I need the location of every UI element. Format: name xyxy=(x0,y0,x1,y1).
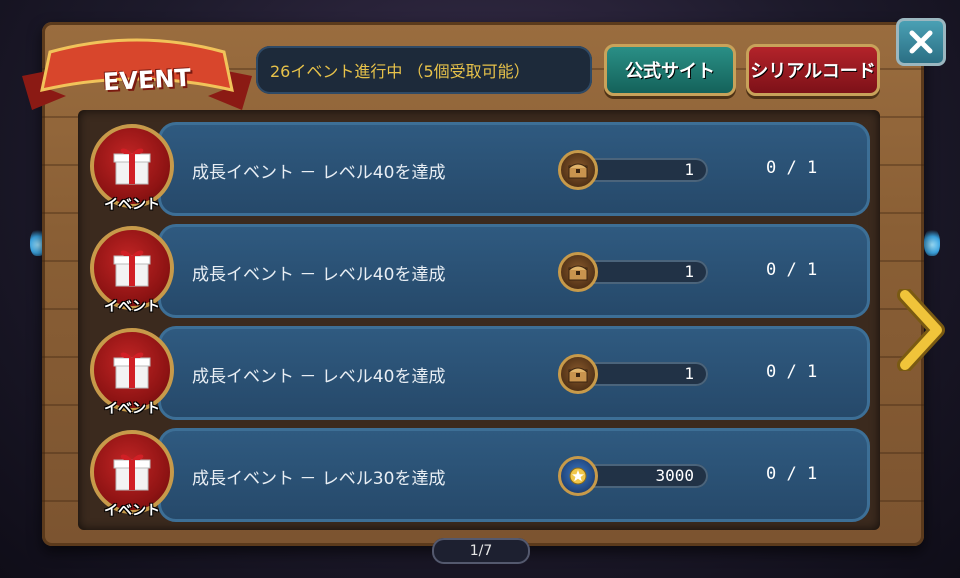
event-progress: 0 / 1 xyxy=(766,464,818,484)
reward-icon xyxy=(558,150,598,190)
chevron-right-icon xyxy=(897,289,945,371)
event-progress: 0 / 1 xyxy=(766,362,818,382)
gift-icon xyxy=(113,148,151,185)
event-badge: イベント xyxy=(86,430,178,522)
event-badge: イベント xyxy=(86,226,178,318)
event-badge: イベント xyxy=(86,124,178,216)
chest-icon xyxy=(568,163,588,179)
event-badge: イベント xyxy=(86,328,178,420)
reward-icon xyxy=(558,354,598,394)
gift-icon xyxy=(113,352,151,389)
next-page-button[interactable] xyxy=(896,287,946,373)
event-title-text: 成長イベント － レベル40を達成 xyxy=(192,367,446,387)
page-indicator: 1/7 xyxy=(432,538,530,564)
serial-code-button[interactable]: シリアルコード xyxy=(746,44,880,96)
reward-icon xyxy=(558,456,598,496)
close-button[interactable] xyxy=(896,18,946,66)
event-title-text: 成長イベント － レベル30を達成 xyxy=(192,469,446,489)
event-title-text: 成長イベント － レベル40を達成 xyxy=(192,265,446,285)
reward-icon xyxy=(558,252,598,292)
official-site-button[interactable]: 公式サイト xyxy=(604,44,736,96)
event-title-text: 成長イベント － レベル40を達成 xyxy=(192,163,446,183)
event-ribbon: EVENT xyxy=(22,30,252,112)
event-progress: 0 / 1 xyxy=(766,260,818,280)
torch-right xyxy=(924,228,940,256)
gift-icon xyxy=(113,250,151,287)
gift-icon xyxy=(113,454,151,491)
event-progress: 0 / 1 xyxy=(766,158,818,178)
close-icon xyxy=(909,30,933,54)
chest-icon xyxy=(568,367,588,383)
event-status: 26イベント進行中 （5個受取可能） xyxy=(256,46,592,94)
chest-icon xyxy=(568,265,588,281)
medal-icon xyxy=(569,467,587,485)
